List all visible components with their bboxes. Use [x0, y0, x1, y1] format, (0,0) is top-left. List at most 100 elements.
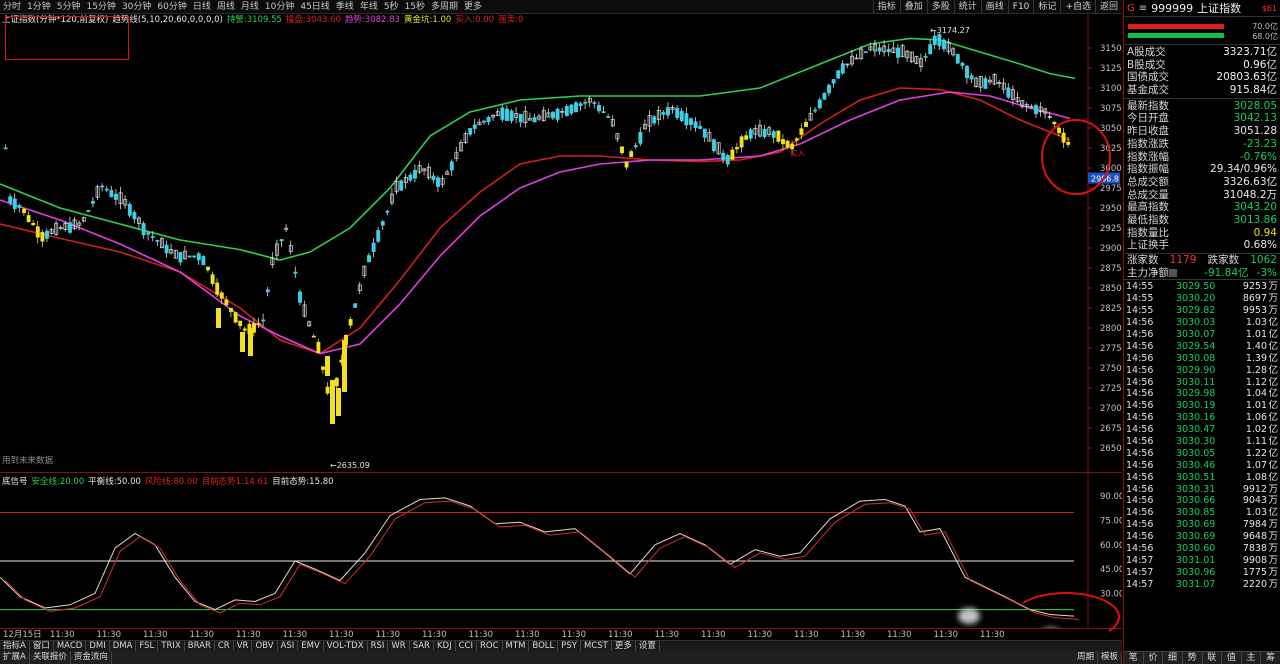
period-tabs: 分时 1分钟 5分钟 15分钟 30分钟 60分钟 日线 周线 月线 10分钟 45日线 季线 年线 5秒…: [0, 0, 485, 14]
quote-tab[interactable]: 势: [1183, 652, 1203, 664]
tick-unit: 亿: [1268, 412, 1278, 424]
candle-body: [633, 145, 638, 147]
tick-row: 14:56 3030.31 9912 万: [1124, 484, 1280, 496]
tick-time: 14:56: [1126, 376, 1154, 388]
period-tab[interactable]: 日线: [190, 0, 214, 14]
tick-volume: 9908: [1242, 554, 1267, 566]
period-tab[interactable]: 季线: [333, 0, 357, 14]
period-tab[interactable]: 10分钟: [262, 0, 297, 14]
indicator-tab[interactable]: EMV: [298, 641, 324, 651]
signal-candle: [342, 340, 347, 392]
indicator-tab[interactable]: 窗口: [30, 641, 54, 651]
period-tab[interactable]: 1分钟: [24, 0, 54, 14]
indicator-tab[interactable]: ASI: [278, 641, 299, 651]
row-value: 915.84亿: [1229, 84, 1277, 97]
indicator-tab[interactable]: WR: [388, 641, 410, 651]
highlight-box: [5, 16, 129, 60]
tick-time: 14:56: [1126, 328, 1154, 340]
indicator-tab[interactable]: OBV: [252, 641, 278, 651]
trend-value: 3082.83: [364, 15, 400, 25]
candle-body: [22, 208, 26, 214]
tool-button[interactable]: F10: [1007, 0, 1034, 14]
indicator-tab[interactable]: RSI: [368, 641, 389, 651]
indicator-tab[interactable]: SAR: [410, 641, 434, 651]
indicator-tab[interactable]: TRIX: [158, 641, 185, 651]
bottom-right-tab[interactable]: 周期: [1074, 651, 1098, 664]
tool-button[interactable]: 画线: [980, 0, 1008, 14]
period-tab[interactable]: 周线: [214, 0, 238, 14]
period-tab[interactable]: 30分钟: [119, 0, 154, 14]
indicator-tab[interactable]: MCST: [581, 641, 612, 651]
quote-tab[interactable]: 价: [1144, 652, 1164, 664]
price-tick-label: 2700: [1100, 404, 1122, 414]
indicator-tab[interactable]: MACD: [54, 641, 87, 651]
indicator-tab[interactable]: 设置: [636, 641, 660, 651]
kline-chart[interactable]: 上证指数(分钟*120,前复权) 趋势线(5,10,20,60,0,0,0,0)…: [0, 14, 1122, 472]
candle-body: [311, 335, 316, 338]
quote-tab[interactable]: 值: [1222, 652, 1242, 664]
quote-tab[interactable]: 笔: [1124, 652, 1144, 664]
period-tab[interactable]: 5秒: [381, 0, 402, 14]
price-tick-label: 2750: [1100, 364, 1122, 374]
tool-button[interactable]: +自选: [1060, 0, 1095, 14]
indicator-tab[interactable]: 更多: [612, 641, 636, 651]
indicator-tab[interactable]: MTM: [503, 641, 530, 651]
period-tab[interactable]: 45日线: [297, 0, 332, 14]
tick-price: 3030.60: [1176, 542, 1216, 554]
group-icon[interactable]: G: [1127, 3, 1135, 14]
tool-button[interactable]: 叠加: [899, 0, 927, 14]
indicator-tab[interactable]: VR: [234, 641, 253, 651]
tool-button[interactable]: 标记: [1033, 0, 1060, 14]
tick-row: 14:56 3030.03 1.03 亿: [1124, 317, 1280, 329]
indicator-tab[interactable]: VOL-TDX: [324, 641, 368, 651]
tool-button[interactable]: 指标: [872, 0, 900, 14]
bottom-tab[interactable]: 关联报价: [30, 651, 71, 664]
high-annotation: ←3174.27: [930, 26, 970, 35]
indicator-tab[interactable]: PSY: [558, 641, 581, 651]
quote-tab[interactable]: 细: [1163, 652, 1183, 664]
indicator-tab[interactable]: ROC: [477, 641, 503, 651]
indicator-tab[interactable]: DMA: [110, 641, 137, 651]
tick-list[interactable]: 14:55 3029.50 9253 万 14:55 3030.20 8697 万 14:55 3…: [1124, 280, 1280, 590]
indicator-tab[interactable]: BRAR: [185, 641, 215, 651]
quote-tab[interactable]: 主: [1242, 652, 1262, 664]
menu-icon[interactable]: ≡: [1139, 3, 1147, 14]
period-tab[interactable]: 15秒: [402, 0, 428, 14]
tick-volume: 1.04: [1245, 388, 1267, 400]
period-tab[interactable]: 5分钟: [54, 0, 84, 14]
period-tab[interactable]: 多周期: [428, 0, 461, 14]
oscillator-chart[interactable]: 底信号 安全线:20.00 平衡线:50.00 风险线:80.00 目前态势1:…: [0, 472, 1122, 629]
turnover-section: A股成交 3323.71亿 B股成交 0.96亿 国债成交 20803.63亿 基金成交 91…: [1124, 45, 1280, 99]
down-label: 跌家数: [1207, 254, 1240, 266]
candle-body: [739, 136, 744, 148]
indicator-tab[interactable]: 指标A: [0, 641, 30, 651]
indicator-tab[interactable]: FSL: [136, 641, 159, 651]
period-tab[interactable]: 分时: [0, 0, 24, 14]
tool-button[interactable]: 统计: [953, 0, 981, 14]
period-tab[interactable]: 年线: [357, 0, 381, 14]
quote-tab[interactable]: 联: [1203, 652, 1223, 664]
turnover-row: 国债成交 20803.63亿: [1124, 71, 1280, 84]
period-tab[interactable]: 更多: [461, 0, 485, 14]
tool-button[interactable]: 多股: [926, 0, 954, 14]
indicator-tab[interactable]: KDJ: [434, 641, 456, 651]
quote-header: G ≡ 999999 上证指数 $61: [1124, 0, 1280, 17]
stat-value: 3042.13: [1233, 112, 1277, 125]
stat-row: 指数振幅 29.34/0.96%: [1124, 163, 1280, 176]
period-tab[interactable]: 60分钟: [154, 0, 189, 14]
bottom-tab[interactable]: 扩展A: [0, 651, 30, 664]
period-tab[interactable]: 月线: [238, 0, 262, 14]
tool-button[interactable]: 返回: [1094, 0, 1122, 14]
indicator-tab[interactable]: CR: [215, 641, 234, 651]
period-tab[interactable]: 15分钟: [83, 0, 118, 14]
quote-tab[interactable]: 筹: [1261, 652, 1280, 664]
bottom-tab[interactable]: 资金流向: [71, 651, 112, 664]
candle-body: [564, 106, 569, 117]
tick-time: 14:56: [1126, 519, 1154, 531]
indicator-tab[interactable]: BOLL: [529, 641, 559, 651]
bottom-right-tab[interactable]: 模板: [1098, 651, 1122, 664]
indicator-tab[interactable]: CCI: [456, 641, 477, 651]
tick-time: 14:56: [1126, 507, 1154, 519]
indicator-tab[interactable]: DMI: [86, 641, 110, 651]
candle-body: [771, 131, 776, 138]
